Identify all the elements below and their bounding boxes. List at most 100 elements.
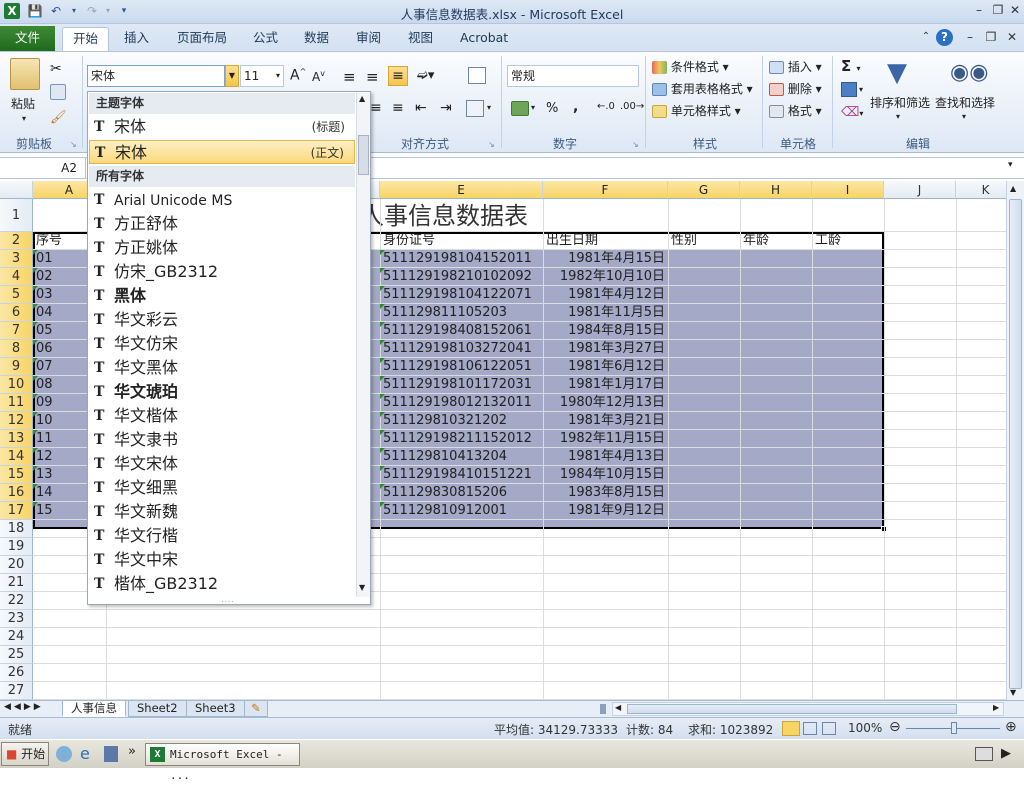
row-header[interactable]: 5: [0, 286, 33, 304]
merge-dropdown-icon[interactable]: ▾: [487, 103, 491, 112]
quicklaunch-icon[interactable]: [104, 746, 118, 762]
restore-icon[interactable]: ❐: [989, 2, 1007, 20]
select-all-corner[interactable]: [0, 181, 33, 199]
increase-decimal-icon[interactable]: ←.0: [597, 101, 615, 112]
scroll-right-icon[interactable]: ▶: [993, 703, 999, 712]
data-cell-birth[interactable]: 1981年6月12日: [546, 358, 665, 376]
delete-cells-button[interactable]: 删除 ▾: [769, 80, 822, 97]
data-cell-birth[interactable]: 1981年1月17日: [546, 376, 665, 394]
column-header[interactable]: K: [956, 181, 1006, 199]
merge-center-icon[interactable]: [466, 100, 484, 117]
row-header[interactable]: 15: [0, 466, 33, 484]
resize-grip[interactable]: ....: [208, 596, 248, 604]
column-header[interactable]: [370, 181, 380, 199]
tab-home[interactable]: 开始: [62, 27, 110, 51]
row-header[interactable]: 11: [0, 394, 33, 412]
currency-icon[interactable]: [511, 101, 529, 116]
column-header[interactable]: H: [740, 181, 812, 199]
data-cell-id[interactable]: 511129810413204: [383, 448, 541, 466]
data-cell-birth[interactable]: 1981年4月13日: [546, 448, 665, 466]
ime-icon[interactable]: ▶: [1001, 746, 1011, 761]
data-cell-birth[interactable]: 1983年8月15日: [546, 484, 665, 502]
tab-file[interactable]: 文件: [0, 26, 55, 51]
row-header[interactable]: 17: [0, 502, 33, 520]
paste-dropdown-icon[interactable]: ▾: [22, 114, 26, 123]
insert-sheet-icon[interactable]: ✎: [244, 701, 268, 717]
vertical-scrollbar[interactable]: ▲ ▼: [1006, 181, 1024, 700]
data-cell-id[interactable]: 511129830815206: [383, 484, 541, 502]
font-option[interactable]: T 方正姚体: [89, 236, 355, 260]
font-size-dropdown-icon[interactable]: ▾: [276, 66, 280, 86]
zoom-in-icon[interactable]: ⊕: [1005, 719, 1017, 735]
column-header[interactable]: J: [884, 181, 956, 199]
font-option[interactable]: T 华文新魏: [89, 500, 355, 524]
row-header[interactable]: 1: [0, 199, 33, 232]
font-option[interactable]: T 华文行楷: [89, 524, 355, 548]
autosum-button[interactable]: Σ ▾: [841, 57, 861, 75]
data-cell-id[interactable]: 511129198101172031: [383, 376, 541, 394]
orientation-icon[interactable]: ➫▾: [417, 68, 434, 83]
fill-icon[interactable]: [841, 82, 857, 97]
data-cell-id[interactable]: 511129198104152011: [383, 250, 541, 268]
font-option[interactable]: T 华文隶书: [89, 428, 355, 452]
font-dropdown[interactable]: 主题字体 T 宋体 (标题) T 宋体 (正文) 所有字体 T Arial Unicode…: [87, 91, 371, 605]
more-icon[interactable]: »: [128, 744, 136, 759]
font-option[interactable]: T 华文琥珀: [89, 380, 355, 404]
header-cell[interactable]: 性别: [671, 232, 697, 250]
font-option[interactable]: T 黑体: [89, 284, 355, 308]
dropdown-scroll-down-icon[interactable]: ▼: [359, 583, 365, 592]
tab-review[interactable]: 审阅: [346, 27, 391, 51]
font-size-input[interactable]: 11 ▾: [240, 65, 284, 87]
increase-indent-icon[interactable]: ⇥: [440, 100, 452, 116]
keyboard-icon[interactable]: [975, 747, 993, 761]
font-option-selected[interactable]: T 宋体 (正文): [89, 140, 355, 164]
header-cell[interactable]: 年龄: [743, 232, 769, 250]
data-cell-id[interactable]: 511129810912001: [383, 502, 541, 520]
font-option[interactable]: T 华文黑体: [89, 356, 355, 380]
font-option[interactable]: T 楷体_GB2312: [89, 572, 355, 596]
row-header[interactable]: 24: [0, 628, 33, 646]
font-option[interactable]: T Arial Unicode MS: [89, 188, 355, 212]
data-cell-id[interactable]: 511129198408152061: [383, 322, 541, 340]
data-cell-birth[interactable]: 1981年11月5日: [546, 304, 665, 322]
column-header[interactable]: I: [812, 181, 884, 199]
comma-button[interactable]: ,: [573, 99, 578, 115]
close-icon[interactable]: ✕: [1006, 2, 1024, 20]
tab-page-layout[interactable]: 页面布局: [167, 27, 237, 51]
data-cell-birth[interactable]: 1981年4月12日: [546, 286, 665, 304]
dropdown-scroll-up-icon[interactable]: ▲: [359, 94, 365, 103]
column-header[interactable]: E: [380, 181, 543, 199]
header-cell[interactable]: 工龄: [815, 232, 841, 250]
data-cell-id[interactable]: 511129198012132011: [383, 394, 541, 412]
cut-icon[interactable]: ✂: [50, 61, 62, 77]
data-cell-birth[interactable]: 1984年8月15日: [546, 322, 665, 340]
format-cells-button[interactable]: 格式 ▾: [769, 102, 822, 119]
format-as-table-button[interactable]: 套用表格格式 ▾: [652, 80, 753, 97]
row-header[interactable]: 12: [0, 412, 33, 430]
zoom-out-icon[interactable]: ⊖: [889, 719, 901, 735]
paste-icon[interactable]: [10, 58, 40, 90]
sort-filter-dropdown-icon[interactable]: ▾: [896, 112, 900, 121]
doc-minimize-icon[interactable]: –: [961, 29, 979, 47]
row-header[interactable]: 2: [0, 232, 33, 250]
align-middle-icon[interactable]: ≡: [366, 68, 379, 86]
data-cell-id[interactable]: 511129810321202: [383, 412, 541, 430]
data-cell-id[interactable]: 511129198210102092: [383, 268, 541, 286]
zoom-slider-thumb[interactable]: [951, 722, 957, 734]
start-button[interactable]: ■ 开始: [1, 742, 49, 766]
quicklaunch-icon[interactable]: [56, 746, 72, 762]
tab-acrobat[interactable]: Acrobat: [450, 27, 518, 51]
minimize-ribbon-icon[interactable]: ⌃: [917, 29, 935, 47]
data-cell-birth[interactable]: 1984年10月15日: [546, 466, 665, 484]
data-cell-birth[interactable]: 1981年4月15日: [546, 250, 665, 268]
horizontal-scrollbar[interactable]: ◀ ▶: [612, 702, 1004, 716]
format-painter-icon[interactable]: 🖌: [50, 110, 67, 125]
wrap-text-icon[interactable]: [468, 67, 486, 84]
fill-dropdown-icon[interactable]: ▾: [859, 85, 863, 94]
sort-filter-button[interactable]: 排序和筛选: [870, 94, 930, 111]
doc-restore-icon[interactable]: ❐: [982, 29, 1000, 47]
sheet-nav-icon[interactable]: ◀◀▶▶: [4, 702, 44, 712]
font-option[interactable]: T 华文细黑: [89, 476, 355, 500]
tab-formulas[interactable]: 公式: [243, 27, 288, 51]
clear-icon[interactable]: ⌫▾: [841, 105, 863, 120]
